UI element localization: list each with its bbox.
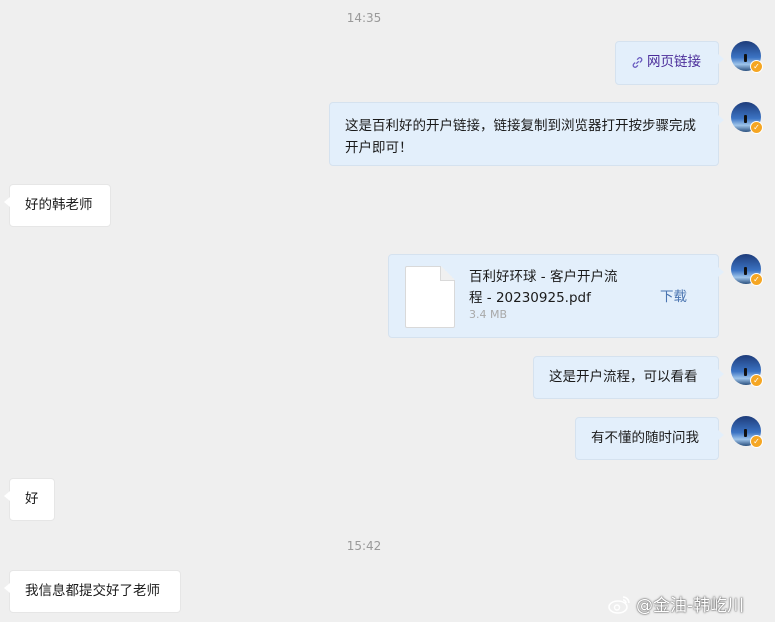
message-bubble[interactable]: 这是开户流程，可以看看 [533, 356, 724, 399]
watermark: @金油-韩屹川 [608, 591, 744, 616]
file-size: 3.4 MB [469, 308, 508, 321]
message-text: 好 [25, 491, 39, 507]
verified-badge-icon: ✓ [750, 374, 763, 387]
link-label[interactable]: 网页链接 [647, 51, 701, 74]
message-text: 我信息都提交好了老师 [25, 583, 160, 599]
message-bubble[interactable]: 这是百利好的开户链接，链接复制到浏览器打开按步骤完成开户即可！ [329, 102, 724, 166]
file-message[interactable]: 百利好环球 - 客户开户流程 - 20230925.pdf 3.4 MB 下载 [388, 254, 724, 338]
avatar[interactable]: ✓ [731, 41, 763, 73]
message-text: 好的韩老师 [25, 197, 93, 213]
link-message[interactable]: 网页链接 [615, 41, 724, 85]
avatar[interactable]: ✓ [731, 416, 763, 448]
message-bubble[interactable]: 我信息都提交好了老师 [4, 570, 181, 613]
avatar[interactable]: ✓ [731, 355, 763, 387]
message-text: 有不懂的随时问我 [591, 430, 699, 446]
avatar[interactable]: ✓ [731, 254, 763, 286]
message-bubble[interactable]: 有不懂的随时问我 [575, 417, 724, 460]
message-text: 这是百利好的开户链接，链接复制到浏览器打开按步骤完成开户即可！ [345, 118, 696, 156]
message-bubble[interactable]: 好的韩老师 [4, 184, 111, 227]
download-button[interactable]: 下载 [660, 288, 687, 306]
verified-badge-icon: ✓ [750, 60, 763, 73]
verified-badge-icon: ✓ [750, 435, 763, 448]
avatar[interactable]: ✓ [731, 102, 763, 134]
watermark-text: @金油-韩屹川 [636, 596, 745, 616]
verified-badge-icon: ✓ [750, 121, 763, 134]
message-bubble[interactable]: 好 [4, 478, 55, 521]
timestamp: 14:35 [346, 11, 382, 25]
timestamp: 15:42 [346, 539, 382, 553]
file-icon [405, 266, 455, 328]
message-text: 这是开户流程，可以看看 [549, 369, 698, 385]
weibo-logo-icon [608, 595, 630, 614]
file-name: 百利好环球 - 客户开户流程 - 20230925.pdf [469, 269, 618, 306]
link-icon [632, 57, 643, 68]
verified-badge-icon: ✓ [750, 273, 763, 286]
